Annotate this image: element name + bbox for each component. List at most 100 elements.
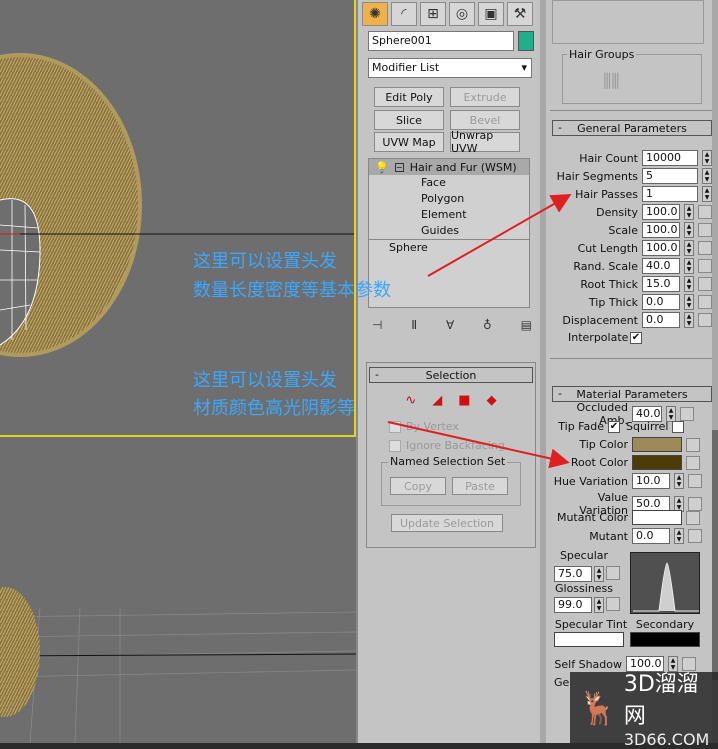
hue-variation-map-button[interactable] bbox=[688, 474, 702, 488]
general-param-field[interactable]: 0.0 bbox=[642, 312, 680, 328]
by-vertex-checkbox[interactable] bbox=[389, 420, 401, 433]
collapse-icon[interactable]: − bbox=[394, 162, 404, 172]
lightbulb-icon[interactable]: 💡 bbox=[375, 161, 389, 174]
general-param-spinner[interactable]: ▲ ▼ bbox=[684, 294, 694, 310]
glossiness-field[interactable]: 99.0 bbox=[554, 597, 592, 613]
hierarchy-icon[interactable]: ⊞ bbox=[420, 2, 446, 26]
uvw-map-button[interactable]: UVW Map bbox=[374, 132, 444, 152]
scrollbar-thumb[interactable] bbox=[712, 430, 718, 680]
tip-color-swatch[interactable] bbox=[632, 437, 682, 452]
general-param-spinner[interactable]: ▲ ▼ bbox=[702, 186, 712, 202]
root-color-map-button[interactable] bbox=[686, 455, 700, 470]
glossiness-map-button[interactable] bbox=[606, 597, 620, 611]
update-selection-button[interactable]: Update Selection bbox=[391, 514, 503, 532]
hue-variation-spinner[interactable]: ▲ ▼ bbox=[674, 473, 684, 489]
general-param-spinner[interactable]: ▲ ▼ bbox=[702, 168, 712, 184]
general-param-spinner[interactable]: ▲ ▼ bbox=[684, 258, 694, 274]
stack-sub-polygon[interactable]: Polygon bbox=[421, 191, 529, 207]
general-param-spinner[interactable]: ▲ ▼ bbox=[684, 276, 694, 292]
general-param-field[interactable]: 100.0 bbox=[642, 240, 680, 256]
copy-button[interactable]: Copy bbox=[390, 477, 446, 495]
general-param-map-button[interactable] bbox=[698, 223, 712, 237]
general-param-map-button[interactable] bbox=[698, 241, 712, 255]
material-params-title[interactable]: - Material Parameters bbox=[552, 386, 712, 402]
create-icon[interactable]: ✺ bbox=[362, 2, 388, 26]
tip-fade-checkbox[interactable]: ✔ bbox=[608, 420, 620, 433]
general-param-spinner[interactable]: ▲ ▼ bbox=[684, 222, 694, 238]
secondary-swatch[interactable] bbox=[630, 632, 700, 647]
edit-poly-button[interactable]: Edit Poly bbox=[374, 87, 444, 107]
element-icon[interactable]: ◆ bbox=[487, 393, 497, 408]
general-param-map-button[interactable] bbox=[698, 313, 712, 327]
hue-variation-field[interactable]: 10.0 bbox=[632, 473, 670, 489]
polygon-icon[interactable]: ■ bbox=[458, 393, 470, 408]
stack-sub-face[interactable]: Face bbox=[421, 175, 529, 191]
slice-button[interactable]: Slice bbox=[374, 110, 444, 130]
squirrel-checkbox[interactable] bbox=[672, 420, 685, 433]
value-variation-map-button[interactable] bbox=[688, 497, 702, 511]
stack-item-hair-and-fur[interactable]: 💡 − Hair and Fur (WSM) bbox=[369, 159, 529, 175]
extrude-button[interactable]: Extrude bbox=[450, 87, 520, 107]
mutant-field[interactable]: 0.0 bbox=[632, 528, 670, 544]
general-param-field[interactable]: 100.0 bbox=[642, 204, 680, 220]
general-param-map-button[interactable] bbox=[698, 295, 712, 309]
general-params-title[interactable]: - General Parameters bbox=[552, 120, 712, 136]
utilities-icon[interactable]: ⚒ bbox=[507, 2, 533, 26]
pin-stack-icon[interactable]: ⊣ bbox=[372, 318, 382, 332]
occluded-amb-map-button[interactable] bbox=[680, 407, 694, 421]
viewport-top[interactable] bbox=[0, 437, 356, 743]
stack-item-sphere[interactable]: Sphere bbox=[369, 239, 529, 256]
general-param-map-button[interactable] bbox=[698, 277, 712, 291]
vertex-icon[interactable]: ∿ bbox=[405, 393, 416, 408]
general-param-field[interactable]: 1 bbox=[642, 186, 698, 202]
general-param-spinner[interactable]: ▲ ▼ bbox=[684, 240, 694, 256]
interpolate-checkbox[interactable]: ✔ bbox=[630, 331, 642, 344]
display-icon[interactable]: ▣ bbox=[478, 2, 504, 26]
remove-modifier-icon[interactable]: ♁ bbox=[483, 318, 492, 332]
selection-rollout-title[interactable]: - Selection bbox=[369, 367, 533, 383]
general-param-spinner[interactable]: ▲ ▼ bbox=[702, 150, 712, 166]
root-color-swatch[interactable] bbox=[632, 455, 682, 470]
stack-sub-guides[interactable]: Guides bbox=[421, 223, 529, 239]
edge-icon[interactable]: ◢ bbox=[432, 393, 442, 408]
mutant-map-button[interactable] bbox=[688, 529, 702, 543]
paste-button[interactable]: Paste bbox=[452, 477, 508, 495]
stack-sub-element[interactable]: Element bbox=[421, 207, 529, 223]
general-param-spinner[interactable]: ▲ ▼ bbox=[684, 312, 694, 328]
show-end-result-icon[interactable]: Ⅱ bbox=[411, 318, 417, 332]
general-param-map-button[interactable] bbox=[698, 205, 712, 219]
ignore-backfacing-checkbox[interactable] bbox=[389, 439, 401, 452]
general-param-field[interactable]: 10000 bbox=[642, 150, 698, 166]
panel-scrollbar[interactable] bbox=[712, 0, 718, 743]
glossiness-spinner[interactable]: ▲ ▼ bbox=[594, 597, 604, 613]
ignore-backfacing-option[interactable]: Ignore Backfacing bbox=[389, 439, 535, 452]
object-color-swatch[interactable] bbox=[518, 31, 534, 51]
specular-field[interactable]: 75.0 bbox=[554, 566, 592, 582]
specular-spinner[interactable]: ▲ ▼ bbox=[594, 566, 604, 582]
object-name-field[interactable]: Sphere001 bbox=[368, 31, 514, 51]
general-param-spinner[interactable]: ▲ ▼ bbox=[684, 204, 694, 220]
specular-map-button[interactable] bbox=[606, 566, 620, 580]
general-param-map-button[interactable] bbox=[698, 259, 712, 273]
specular-tint-swatch[interactable] bbox=[554, 632, 624, 647]
left-column-scrollbar[interactable] bbox=[540, 0, 546, 743]
general-param-field[interactable]: 40.0 bbox=[642, 258, 680, 274]
mutant-color-map-button[interactable] bbox=[686, 510, 700, 525]
general-param-field[interactable]: 15.0 bbox=[642, 276, 680, 292]
make-unique-icon[interactable]: ∀ bbox=[446, 318, 454, 332]
bevel-button[interactable]: Bevel bbox=[450, 110, 520, 130]
interpolate-option[interactable]: Interpolate ✔ bbox=[568, 331, 642, 344]
general-param-field[interactable]: 0.0 bbox=[642, 294, 680, 310]
by-vertex-option[interactable]: By Vertex bbox=[389, 420, 535, 433]
unwrap-uvw-button[interactable]: Unwrap UVW bbox=[450, 129, 520, 155]
mutant-color-swatch[interactable] bbox=[632, 510, 682, 525]
modifier-list-dropdown[interactable]: Modifier List ▾ bbox=[368, 58, 532, 78]
modify-icon[interactable]: ◜ bbox=[391, 2, 417, 26]
modifier-stack[interactable]: 💡 − Hair and Fur (WSM) Face Polygon Elem… bbox=[368, 158, 530, 308]
tip-color-map-button[interactable] bbox=[686, 437, 700, 452]
motion-icon[interactable]: ◎ bbox=[449, 2, 475, 26]
hair-groups-icon[interactable]: ⫼⫼ bbox=[603, 71, 620, 92]
mutant-spinner[interactable]: ▲ ▼ bbox=[674, 528, 684, 544]
general-param-field[interactable]: 5 bbox=[642, 168, 698, 184]
general-param-field[interactable]: 100.0 bbox=[642, 222, 680, 238]
